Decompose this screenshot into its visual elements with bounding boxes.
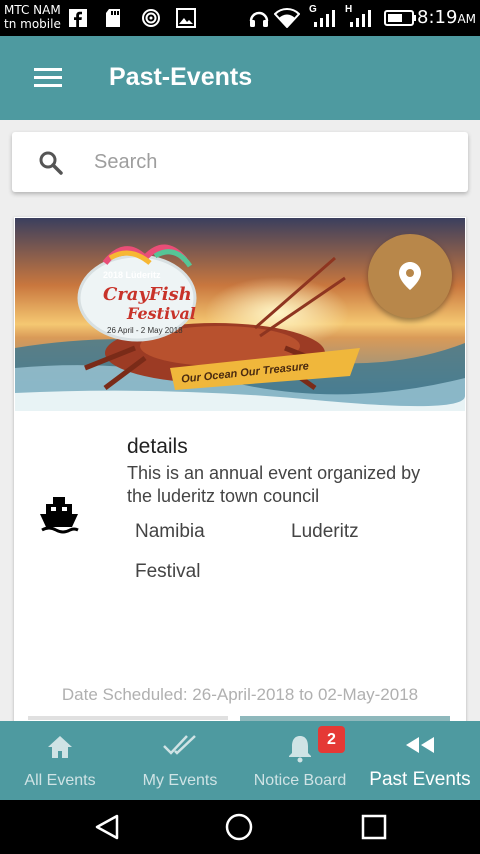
event-town: Luderitz <box>291 521 359 542</box>
event-card[interactable]: 2018 Lüderitz CrayFish Festival 26 April… <box>14 217 466 737</box>
bottom-navigation: All Events My Events Notice Board 2 Past… <box>0 721 480 800</box>
rewind-icon <box>406 737 434 753</box>
hotspot-icon <box>142 9 160 27</box>
hamburger-menu-icon[interactable] <box>34 68 62 88</box>
date-scheduled: Date Scheduled: 26-April-2018 to 02-May-… <box>61 685 419 704</box>
event-banner-image: 2018 Lüderitz CrayFish Festival 26 April… <box>15 218 465 411</box>
nav-past-events[interactable]: Past Events <box>360 721 480 800</box>
notification-count-badge: 2 <box>318 726 345 753</box>
signal-strength-icon <box>314 10 335 27</box>
event-country: Namibia <box>135 521 205 542</box>
banner-dates: 26 April - 2 May 2018 <box>107 326 183 335</box>
system-navigation-bar <box>0 800 480 854</box>
ship-icon <box>40 497 79 534</box>
home-icon <box>48 736 72 758</box>
nav-my-events-label: My Events <box>142 772 218 789</box>
card-action-left[interactable] <box>28 716 228 720</box>
sd-card-icon <box>106 9 120 27</box>
headset-icon <box>249 11 269 27</box>
search-input[interactable] <box>94 146 454 178</box>
double-check-icon <box>163 735 196 755</box>
app-bar: Past-Events <box>0 36 480 120</box>
back-icon[interactable] <box>93 813 121 841</box>
wifi-icon <box>274 8 300 28</box>
page-title: Past-Events <box>109 63 253 91</box>
gallery-icon <box>176 8 196 28</box>
location-button[interactable] <box>368 234 452 318</box>
battery-icon <box>384 10 416 26</box>
event-description: This is an annual event organized by the… <box>127 463 421 506</box>
nav-notice-board-label: Notice Board <box>253 772 347 789</box>
banner-year-place: 2018 Lüderitz <box>103 270 161 280</box>
status-bar: MTC NAM tn mobile G H 8:19AM <box>0 0 480 36</box>
search-bar <box>12 132 468 192</box>
bell-icon <box>289 736 311 763</box>
carrier-line-2: tn mobile <box>4 17 61 31</box>
clock: 8:19AM <box>417 7 476 28</box>
clock-time: 8:19 <box>417 7 458 28</box>
carrier-line-1: MTC NAM <box>4 3 61 17</box>
banner-festival-name: CrayFish <box>103 284 192 305</box>
signal-strength-icon <box>350 10 371 27</box>
nav-past-events-label: Past Events <box>369 769 471 790</box>
home-circle-icon[interactable] <box>225 813 253 841</box>
clock-ampm: AM <box>457 12 476 26</box>
search-icon <box>39 151 63 175</box>
details-heading: details <box>127 435 188 458</box>
event-category: Festival <box>135 561 201 582</box>
banner-festival-word: Festival <box>127 304 196 323</box>
carrier-name: MTC NAM tn mobile <box>4 3 61 31</box>
nav-all-events-label: All Events <box>24 772 96 789</box>
nav-my-events[interactable]: My Events <box>120 721 240 800</box>
nav-all-events[interactable]: All Events <box>0 721 120 800</box>
facebook-icon <box>69 9 87 27</box>
location-pin-icon <box>399 262 421 290</box>
recent-apps-icon[interactable] <box>360 813 388 841</box>
